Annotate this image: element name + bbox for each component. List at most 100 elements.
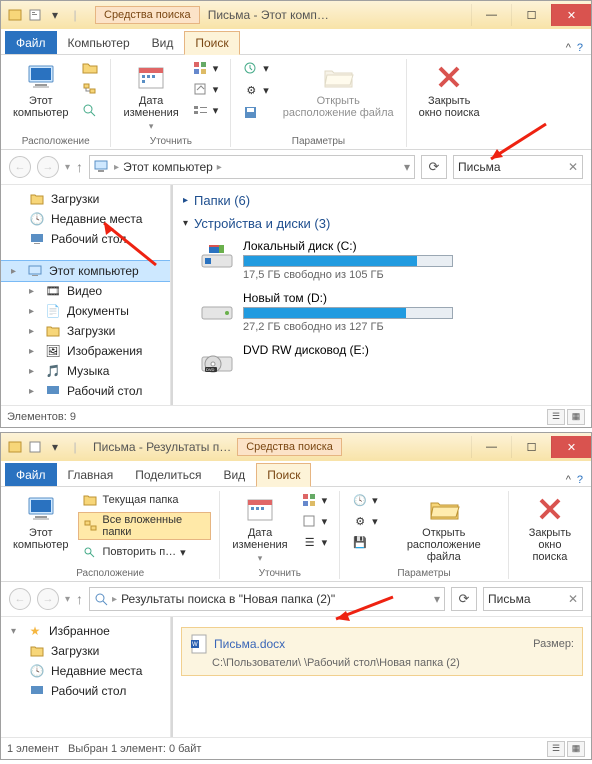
tab-search[interactable]: Поиск bbox=[256, 463, 311, 487]
ribbon: Этот компьютер Текущая папка Все вложенн… bbox=[1, 487, 591, 582]
tree-recent[interactable]: 🕓Недавние места bbox=[1, 661, 170, 681]
drive-d[interactable]: Новый том (D:) 27,2 ГБ свободно из 127 Г… bbox=[199, 291, 581, 333]
search-input[interactable]: Письма ✕ bbox=[453, 155, 583, 179]
size-small-icon[interactable]: ▾ bbox=[298, 512, 332, 530]
up-button[interactable]: ↑ bbox=[76, 591, 83, 607]
clear-search-icon[interactable]: ✕ bbox=[568, 160, 578, 174]
recent-small-icon[interactable]: ▾ bbox=[239, 59, 273, 77]
tree-desktop[interactable]: Рабочий стол bbox=[1, 681, 170, 701]
up-button[interactable]: ↑ bbox=[76, 159, 83, 175]
all-subfolders-option[interactable]: Все вложенные папки bbox=[78, 512, 211, 540]
open-location-button[interactable]: Открыть расположение файла bbox=[388, 491, 500, 565]
tab-search[interactable]: Поиск bbox=[184, 31, 239, 55]
breadcrumb-results[interactable]: Результаты поиска в "Новая папка (2)" bbox=[121, 592, 335, 606]
tree-documents[interactable]: ▸📄Документы bbox=[1, 301, 170, 321]
advanced-small-icon[interactable]: ⚙▾ bbox=[348, 512, 382, 530]
forward-button[interactable]: → bbox=[37, 588, 59, 610]
drive-c-bar bbox=[243, 255, 453, 267]
refresh-button[interactable]: ⟳ bbox=[451, 587, 477, 611]
recent-small-icon[interactable]: 🕓▾ bbox=[348, 491, 382, 509]
tree-downloads[interactable]: Загрузки bbox=[1, 641, 170, 661]
tab-share[interactable]: Поделиться bbox=[124, 463, 212, 486]
history-dropdown-icon[interactable]: ▾ bbox=[65, 162, 70, 173]
subfolder-small-icon[interactable] bbox=[78, 80, 102, 98]
address-dropdown-icon[interactable]: ▾ bbox=[404, 160, 410, 174]
view-details-button[interactable]: ☰ bbox=[547, 409, 565, 425]
address-bar[interactable]: ▸ Результаты поиска в "Новая папка (2)" … bbox=[89, 587, 445, 611]
current-folder-option[interactable]: Текущая папка bbox=[78, 491, 211, 509]
qat-dropdown-icon[interactable]: ▾ bbox=[47, 439, 63, 455]
search-again-small-icon[interactable] bbox=[78, 101, 102, 119]
refresh-button[interactable]: ⟳ bbox=[421, 155, 447, 179]
tab-computer[interactable]: Компьютер bbox=[57, 31, 141, 54]
tree-music[interactable]: ▸🎵Музыка bbox=[1, 361, 170, 381]
search-result-icon bbox=[94, 592, 108, 606]
save-small-icon[interactable] bbox=[239, 103, 273, 121]
view-icons-button[interactable]: ▦ bbox=[567, 741, 585, 757]
devices-group-header[interactable]: ▾Устройства и диски (3) bbox=[183, 214, 581, 233]
search-input[interactable]: Письма ✕ bbox=[483, 587, 583, 611]
view-icons-button[interactable]: ▦ bbox=[567, 409, 585, 425]
maximize-button[interactable]: ☐ bbox=[511, 436, 551, 458]
tree-desktop[interactable]: Рабочий стол bbox=[1, 229, 170, 249]
view-details-button[interactable]: ☰ bbox=[547, 741, 565, 757]
tab-main[interactable]: Главная bbox=[57, 463, 125, 486]
save-small-icon[interactable]: 💾 bbox=[348, 533, 382, 551]
tree-downloads2[interactable]: ▸Загрузки bbox=[1, 321, 170, 341]
qat-file-icon[interactable] bbox=[7, 7, 23, 23]
size-small-icon[interactable]: ▾ bbox=[189, 80, 223, 98]
drive-dvd[interactable]: DVD DVD RW дисковод (E:) bbox=[199, 343, 581, 379]
content-pane: ▸Папки (6) ▾Устройства и диски (3) Локал… bbox=[173, 185, 591, 405]
qat-dropdown-icon[interactable]: ▾ bbox=[47, 7, 63, 23]
tree-videos[interactable]: ▸🎞Видео bbox=[1, 281, 170, 301]
clear-search-icon[interactable]: ✕ bbox=[568, 592, 578, 606]
close-search-button[interactable]: Закрыть окно поиска bbox=[415, 59, 484, 121]
this-pc-button[interactable]: Этот компьютер bbox=[9, 59, 72, 121]
tree-favorites[interactable]: ▾★Избранное bbox=[1, 621, 170, 641]
back-button[interactable]: ← bbox=[9, 588, 31, 610]
minimize-button[interactable]: — bbox=[471, 4, 511, 26]
ribbon-collapse-icon[interactable]: ^ bbox=[566, 42, 571, 54]
date-modified-button[interactable]: Дата изменения ▾ bbox=[228, 491, 291, 566]
address-dropdown-icon[interactable]: ▾ bbox=[434, 592, 440, 606]
tree-recent[interactable]: 🕓Недавние места bbox=[1, 209, 170, 229]
tree-pictures[interactable]: ▸🖼Изображения bbox=[1, 341, 170, 361]
kind-small-icon[interactable]: ▾ bbox=[298, 491, 332, 509]
tab-file[interactable]: Файл bbox=[5, 31, 57, 54]
tab-file[interactable]: Файл bbox=[5, 463, 57, 486]
qat-props-icon[interactable] bbox=[27, 7, 43, 23]
kind-small-icon[interactable]: ▾ bbox=[189, 59, 223, 77]
help-icon[interactable]: ? bbox=[577, 474, 583, 486]
history-dropdown-icon[interactable]: ▾ bbox=[65, 594, 70, 605]
search-again-option[interactable]: Повторить п… ▾ bbox=[78, 543, 211, 561]
drive-c[interactable]: Локальный диск (C:) 17,5 ГБ свободно из … bbox=[199, 239, 581, 281]
close-button[interactable]: ✕ bbox=[551, 436, 591, 458]
open-location-button[interactable]: Открыть расположение файла bbox=[279, 59, 398, 121]
tab-view[interactable]: Вид bbox=[212, 463, 256, 486]
address-bar[interactable]: ▸ Этот компьютер ▸ ▾ bbox=[89, 155, 415, 179]
search-result-item[interactable]: WПисьма.docx Размер: C:\Пользователи\ \Р… bbox=[181, 627, 583, 676]
advanced-small-icon[interactable]: ⚙▾ bbox=[239, 81, 273, 99]
other-small-icon[interactable]: ☰▾ bbox=[298, 533, 332, 551]
date-modified-button[interactable]: Дата изменения ▾ bbox=[119, 59, 182, 134]
tree-downloads[interactable]: Загрузки bbox=[1, 189, 170, 209]
tree-desktop2[interactable]: ▸Рабочий стол bbox=[1, 381, 170, 401]
folder-small-icon[interactable] bbox=[78, 59, 102, 77]
close-search-button[interactable]: Закрыть окно поиска bbox=[517, 491, 583, 565]
dvd-icon: DVD bbox=[199, 343, 235, 379]
close-button[interactable]: ✕ bbox=[551, 4, 591, 26]
breadcrumb-this-pc[interactable]: Этот компьютер bbox=[123, 160, 213, 174]
folders-group-header[interactable]: ▸Папки (6) bbox=[183, 191, 581, 210]
this-pc-button[interactable]: Этот компьютер bbox=[9, 491, 72, 553]
ribbon-collapse-icon[interactable]: ^ bbox=[566, 474, 571, 486]
qat-props-icon[interactable] bbox=[27, 439, 43, 455]
tab-view[interactable]: Вид bbox=[141, 31, 185, 54]
other-small-icon[interactable]: ▾ bbox=[189, 101, 223, 119]
tree-this-pc[interactable]: ▸Этот компьютер bbox=[1, 261, 170, 281]
forward-button[interactable]: → bbox=[37, 156, 59, 178]
qat-file-icon[interactable] bbox=[7, 439, 23, 455]
back-button[interactable]: ← bbox=[9, 156, 31, 178]
help-icon[interactable]: ? bbox=[577, 42, 583, 54]
maximize-button[interactable]: ☐ bbox=[511, 4, 551, 26]
minimize-button[interactable]: — bbox=[471, 436, 511, 458]
